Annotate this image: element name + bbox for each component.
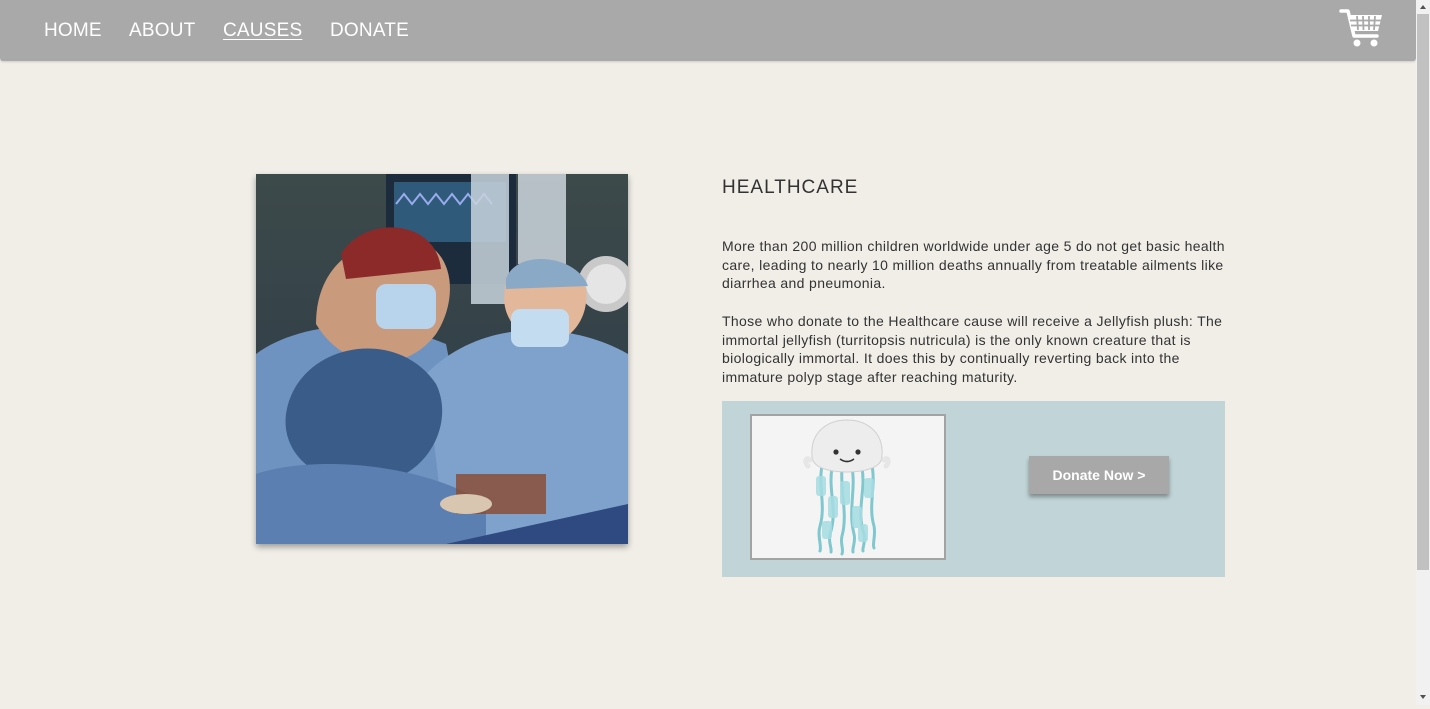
cause-title: HEALTHCARE bbox=[722, 177, 859, 198]
nav-home-link[interactable]: HOME bbox=[44, 20, 102, 42]
top-navbar: HOME ABOUT CAUSES DONATE bbox=[0, 0, 1416, 61]
scroll-down-arrow-icon[interactable] bbox=[1416, 690, 1430, 704]
reward-description: Those who donate to the Healthcare cause… bbox=[722, 313, 1223, 385]
cause-description: More than 200 million children worldwide… bbox=[722, 238, 1225, 291]
nav-donate-link[interactable]: DONATE bbox=[330, 20, 409, 42]
scroll-up-arrow-icon[interactable] bbox=[1416, 0, 1430, 14]
jellyfish-plush-image bbox=[750, 414, 946, 560]
shopping-cart-icon[interactable] bbox=[1339, 6, 1385, 50]
scrollbar-thumb[interactable] bbox=[1417, 14, 1429, 570]
vertical-scrollbar[interactable] bbox=[1416, 0, 1430, 705]
donate-now-button[interactable]: Donate Now > bbox=[1029, 456, 1169, 494]
surgeons-operating-photo bbox=[256, 174, 628, 544]
reward-panel: Donate Now > bbox=[722, 401, 1225, 577]
nav-causes-link[interactable]: CAUSES bbox=[223, 20, 302, 42]
nav-about-link[interactable]: ABOUT bbox=[129, 20, 195, 42]
